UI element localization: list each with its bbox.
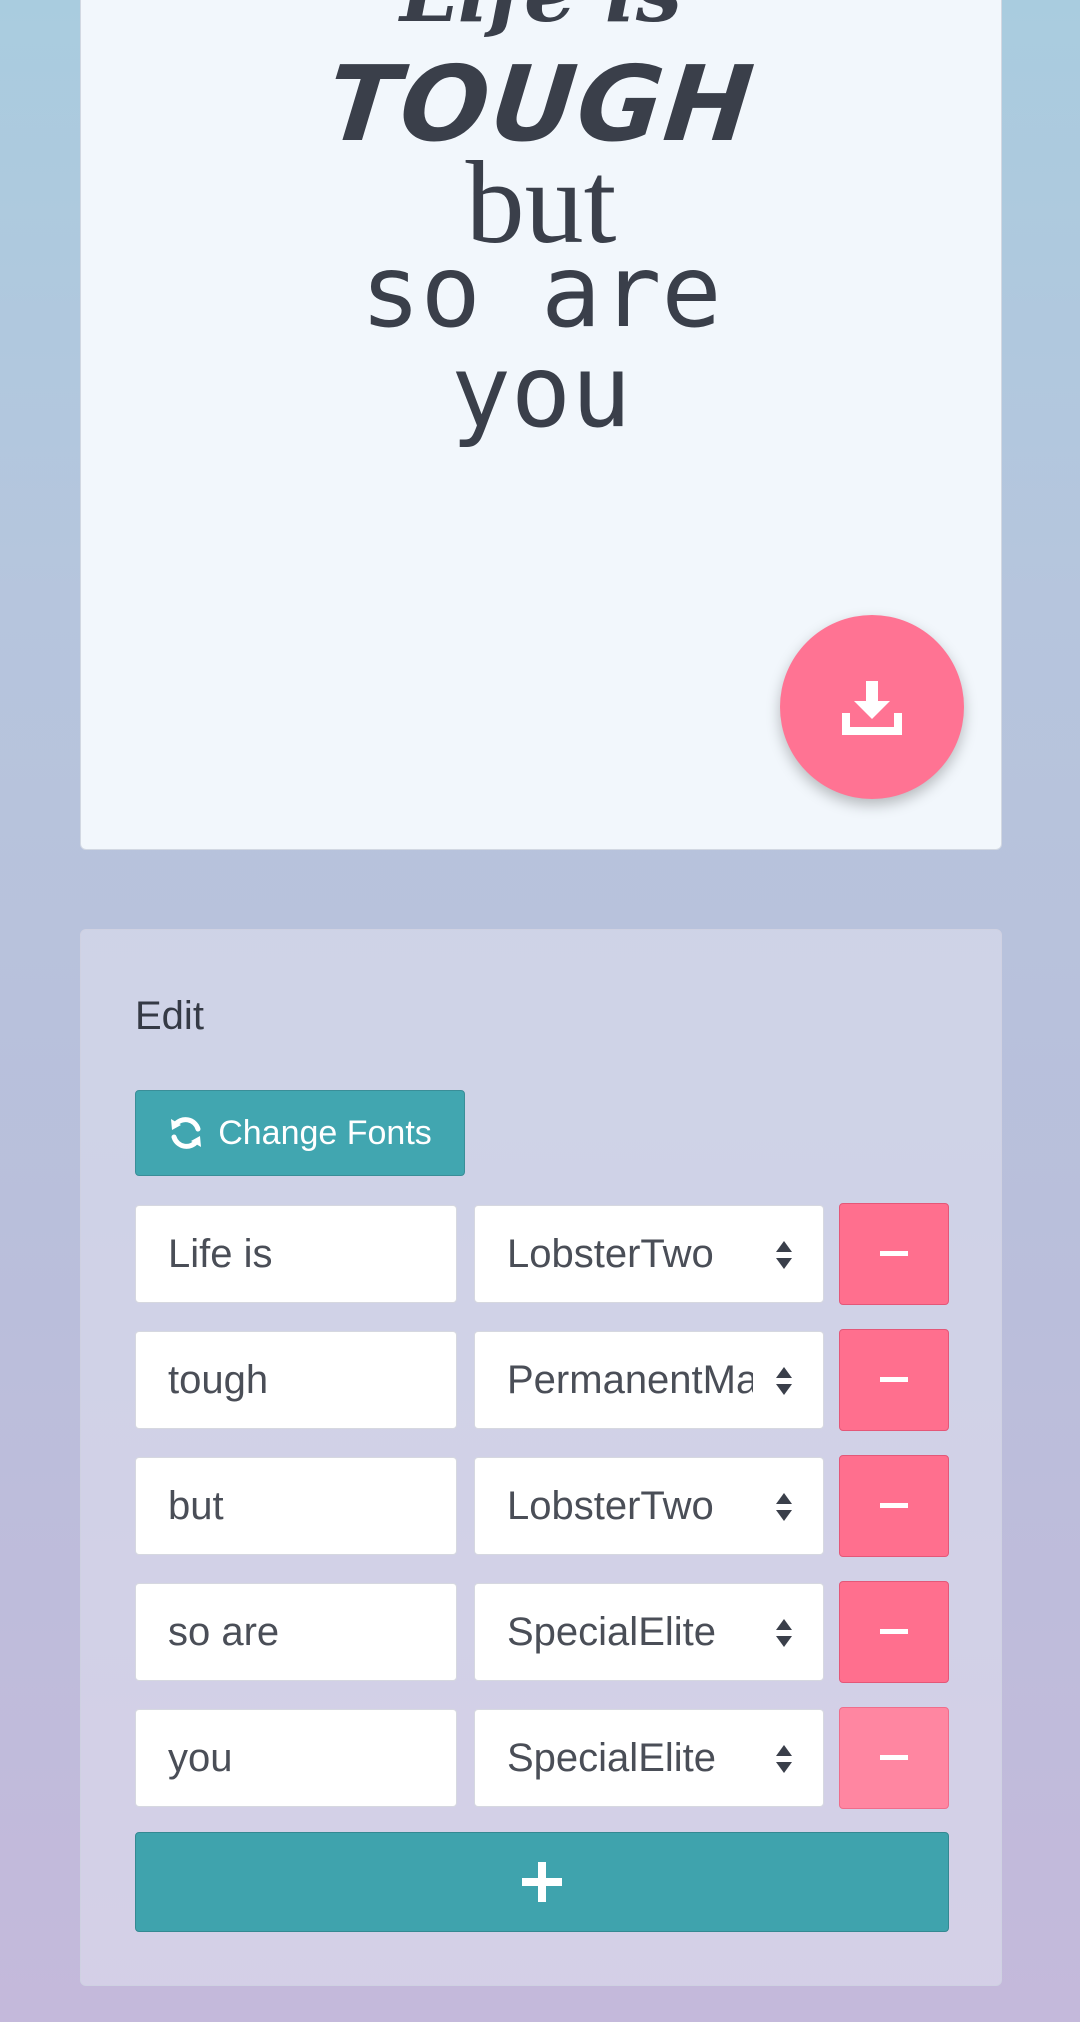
remove-line-button[interactable] (839, 1203, 949, 1305)
line-row: SpecialElite (135, 1707, 949, 1809)
remove-line-button[interactable] (839, 1707, 949, 1809)
line-text-input[interactable] (135, 1205, 457, 1303)
select-arrows-icon (776, 1745, 792, 1773)
line-text-input[interactable] (135, 1331, 457, 1429)
select-arrows-icon (776, 1367, 792, 1395)
line-text-input[interactable] (135, 1583, 457, 1681)
font-select[interactable]: PermanentMarker (474, 1331, 824, 1429)
line-row: LobsterTwo (135, 1455, 949, 1557)
refresh-icon (171, 1117, 202, 1149)
remove-line-button[interactable] (839, 1581, 949, 1683)
line-row: LobsterTwo (135, 1203, 949, 1305)
minus-icon (880, 1377, 908, 1382)
change-fonts-label: Change Fonts (218, 1113, 432, 1152)
minus-icon (880, 1251, 908, 1256)
font-select-value: SpecialElite (507, 1735, 717, 1780)
select-arrows-icon (776, 1241, 792, 1269)
font-select[interactable]: SpecialElite (474, 1583, 824, 1681)
change-fonts-button[interactable]: Change Fonts (135, 1090, 465, 1176)
remove-line-button[interactable] (839, 1329, 949, 1431)
download-button[interactable] (780, 615, 964, 799)
line-text-input[interactable] (135, 1457, 457, 1555)
select-arrows-icon (776, 1493, 792, 1521)
font-select-value: PermanentMarker (507, 1357, 753, 1402)
download-icon (842, 681, 902, 735)
poster-line-1: Life is (81, 0, 1001, 41)
plus-icon (522, 1862, 562, 1902)
minus-icon (880, 1629, 908, 1634)
poster-preview: Life is tough but so are you (80, 0, 1002, 850)
font-select-value: LobsterTwo (507, 1231, 714, 1276)
font-select-value: LobsterTwo (507, 1483, 714, 1528)
line-row: PermanentMarker (135, 1329, 949, 1431)
remove-line-button[interactable] (839, 1455, 949, 1557)
select-arrows-icon (776, 1619, 792, 1647)
font-select-value: SpecialElite (507, 1609, 717, 1654)
line-text-input[interactable] (135, 1709, 457, 1807)
font-select[interactable]: LobsterTwo (474, 1457, 824, 1555)
line-row: SpecialElite (135, 1581, 949, 1683)
font-select[interactable]: SpecialElite (474, 1709, 824, 1807)
minus-icon (880, 1503, 908, 1508)
poster-line-5: you (450, 333, 632, 450)
edit-title: Edit (135, 994, 204, 1038)
add-line-button[interactable] (135, 1832, 949, 1932)
edit-panel: Edit Change Fonts LobsterTwo PermanentMa… (80, 929, 1002, 1986)
minus-icon (880, 1755, 908, 1760)
font-select[interactable]: LobsterTwo (474, 1205, 824, 1303)
